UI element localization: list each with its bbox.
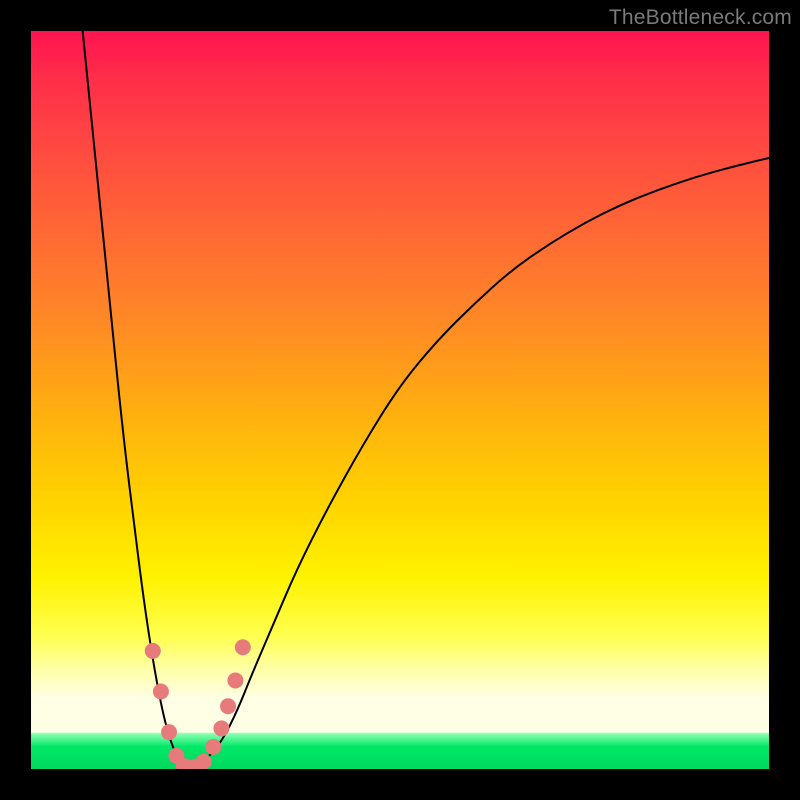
chart-frame: TheBottleneck.com bbox=[0, 0, 800, 800]
watermark-label: TheBottleneck.com bbox=[609, 6, 792, 30]
plot-area bbox=[31, 31, 769, 769]
gradient-background bbox=[31, 31, 769, 769]
